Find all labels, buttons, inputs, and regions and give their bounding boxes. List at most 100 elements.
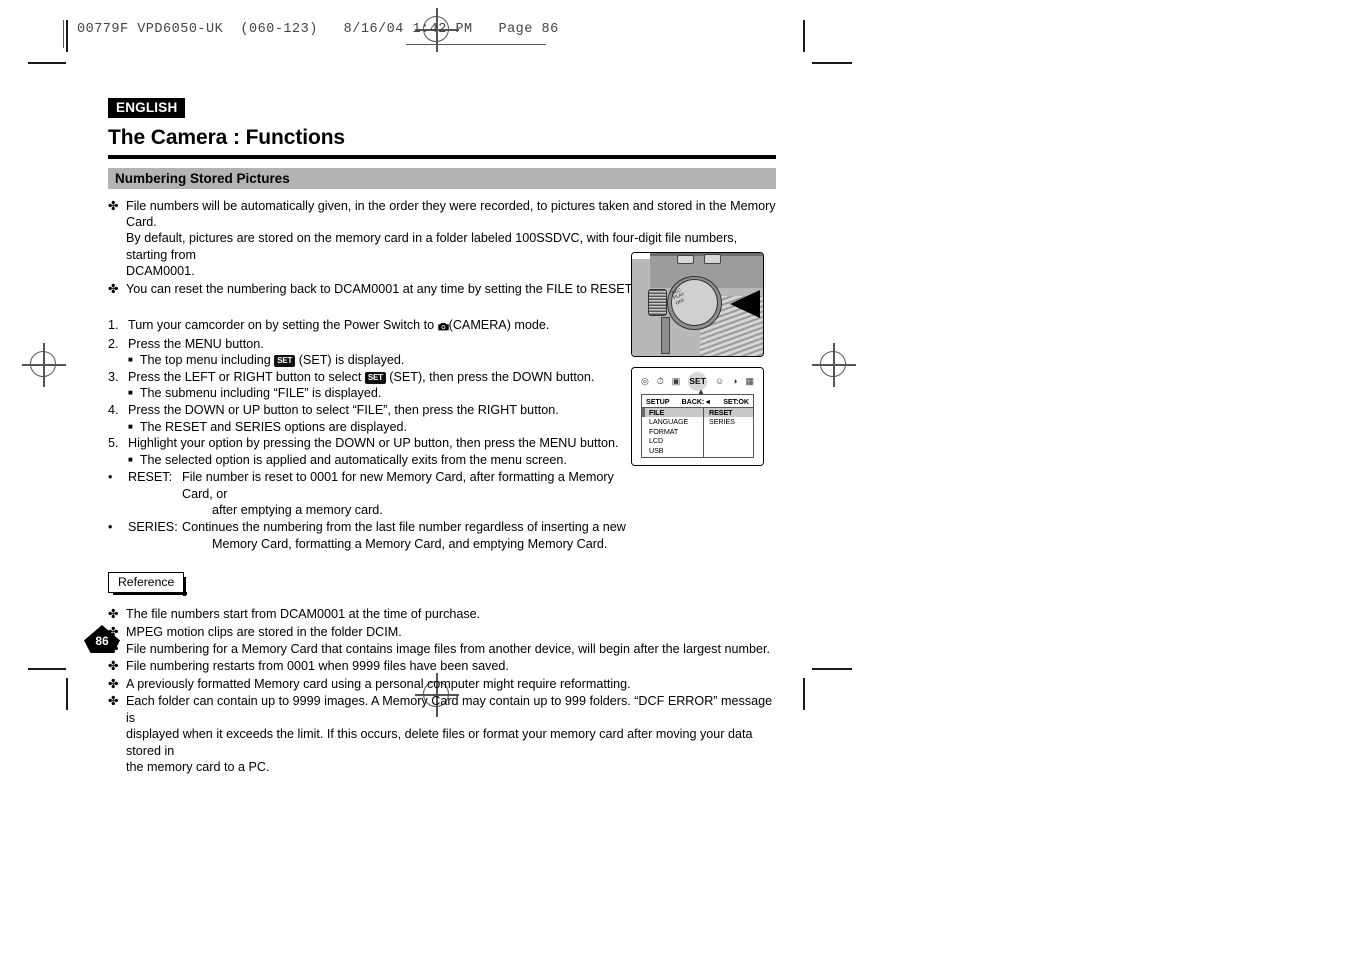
step-subnote: ■ The selected option is applied and aut… — [108, 452, 628, 469]
reference-label-box: Reference — [108, 572, 188, 597]
osd-menu-left-column: FILE LANGUAGE FORMAT LCD USB — [642, 408, 704, 458]
step-number: 1. — [108, 317, 119, 332]
osd-menu-right-column: RESET SERIES — [704, 408, 753, 458]
definition-item: • RESET: File number is reset to 0001 fo… — [108, 469, 628, 519]
set-badge-icon: SET — [364, 371, 386, 384]
definition-label: SERIES: — [128, 520, 178, 535]
bullet-text: MPEG motion clips are stored in the fold… — [126, 624, 402, 639]
subnote-label: The submenu including “FILE” is displaye… — [139, 386, 382, 401]
camera-icon — [437, 319, 449, 336]
bullet-text: The file numbers start from DCAM0001 at … — [126, 607, 481, 622]
list-item: ✤ File numbering restarts from 0001 when… — [108, 658, 776, 674]
definition-item: • SERIES: Continues the numbering from t… — [108, 519, 628, 552]
bullet-line: the memory card to a PC. — [126, 759, 270, 774]
step-number: 4. — [108, 402, 119, 417]
step-subnote: ■ The submenu including “FILE” is displa… — [108, 385, 628, 402]
bullet-text: File numbering restarts from 0001 when 9… — [126, 659, 509, 674]
crop-mark-br-h — [812, 668, 852, 670]
osd-menu-title: SETUP — [646, 397, 670, 406]
subnote-text: ■ The selected option is applied and aut… — [128, 452, 628, 469]
bullet-glyph: ✤ — [108, 659, 119, 674]
subnote-text: ■ The top menu including SET (SET) is di… — [128, 352, 628, 369]
section-heading-bar: Numbering Stored Pictures — [108, 167, 776, 189]
step-item: 1. Turn your camcorder on by setting the… — [108, 317, 628, 336]
definition-value: File number is reset to 0001 for new Mem… — [182, 469, 628, 519]
bullet-text: Each folder can contain up to 9999 image… — [126, 693, 776, 775]
bullet-text: File numbering for a Memory Card that co… — [126, 642, 770, 657]
step-number: 2. — [108, 336, 119, 351]
bullet-glyph: ✤ — [108, 281, 119, 296]
menu-item-lcd[interactable]: LCD — [642, 436, 703, 445]
bullet-dot: • — [108, 520, 113, 535]
step-text-after: (SET), then press the DOWN button. — [385, 369, 595, 384]
list-item: ✤ MPEG motion clips are stored in the fo… — [108, 624, 776, 640]
osd-menu-header: SETUP BACK:◄ SET:OK — [642, 395, 753, 408]
list-item: ✤ A previously formatted Memory card usi… — [108, 676, 776, 692]
page-title: The Camera : Functions — [108, 126, 346, 149]
crop-mark-bl-v — [66, 678, 68, 710]
osd-menu-figure: ◎ ⏱ ▣ SET ☺ ◑ ▦ ▲ SETUP BACK:◄ SET:OK FI… — [631, 367, 764, 466]
bullet-glyph: ✤ — [108, 607, 119, 622]
definition-value: Continues the numbering from the last fi… — [182, 519, 628, 552]
osd-menu-back-hint: BACK:◄ — [681, 397, 712, 406]
printed-page: 00779F VPD6050-UK (060-123) 8/16/04 1:42… — [0, 0, 1351, 954]
list-item: ✤ Each folder can contain up to 9999 ima… — [108, 693, 776, 775]
subnote-text: ■ The submenu including “FILE” is displa… — [128, 385, 628, 402]
step-text: Highlight your option by pressing the DO… — [128, 436, 619, 451]
procedure-steps: 1. Turn your camcorder on by setting the… — [108, 317, 628, 468]
bullet-text: A previously formatted Memory card using… — [126, 676, 631, 691]
step-text: Press the MENU button. — [128, 336, 264, 351]
osd-menu-box: SETUP BACK:◄ SET:OK FILE LANGUAGE FORMAT… — [641, 394, 754, 458]
camera-zoom-knob — [647, 289, 668, 316]
definition-label: RESET: — [128, 470, 173, 485]
camera-strap-mount — [660, 316, 670, 354]
step-text-before: Turn your camcorder on by setting the Po… — [128, 317, 438, 332]
menu-item-language[interactable]: LANGUAGE — [642, 417, 703, 426]
step-item: 3. Press the LEFT or RIGHT button to sel… — [108, 369, 628, 386]
no-entry-icon: ◎ — [641, 376, 649, 386]
bullet-dot: • — [108, 470, 113, 485]
section-heading-text: Numbering Stored Pictures — [115, 170, 290, 186]
step-number: 5. — [108, 436, 119, 451]
definition-line: Continues the numbering from the last fi… — [182, 520, 626, 535]
prepress-underline — [406, 44, 546, 46]
bullet-glyph: ✤ — [108, 694, 119, 709]
subnote-label: The selected option is applied and autom… — [139, 452, 567, 467]
list-item: ✤ The file numbers start from DCAM0001 a… — [108, 606, 776, 622]
bullet-line: Each folder can contain up to 9999 image… — [126, 694, 773, 725]
menu-option-series[interactable]: SERIES — [704, 417, 753, 426]
camera-button-1 — [676, 255, 694, 265]
crop-mark-tl-h — [28, 62, 66, 64]
option-definitions: • RESET: File number is reset to 0001 fo… — [108, 469, 628, 552]
playback-icon: ▣ — [671, 376, 681, 386]
page-number-text: 86 — [95, 634, 109, 648]
step-item: 4. Press the DOWN or UP button to select… — [108, 402, 628, 419]
reference-list: ✤ The file numbers start from DCAM0001 a… — [108, 606, 776, 775]
definition-line: File number is reset to 0001 for new Mem… — [182, 470, 614, 501]
square-bullet-icon: ■ — [128, 355, 133, 365]
prepress-header-text: 00779F VPD6050-UK (060-123) 8/16/04 1:42… — [77, 22, 559, 37]
step-item: 2. Press the MENU button. — [108, 336, 628, 353]
step-number: 3. — [108, 369, 119, 384]
language-badge: ENGLISH — [108, 98, 186, 118]
bullet-glyph: ✤ — [108, 676, 119, 691]
crop-mark-tr-h — [812, 62, 852, 64]
menu-option-reset[interactable]: RESET — [704, 408, 753, 418]
square-bullet-icon: ■ — [128, 388, 133, 398]
page-number-badge: 86 — [84, 625, 120, 653]
menu-item-format[interactable]: FORMAT — [642, 427, 703, 436]
menu-item-usb[interactable]: USB — [642, 446, 703, 455]
camcorder-power-switch-photo: REC PLAY OFF — [631, 252, 764, 357]
square-bullet-icon: ■ — [128, 421, 133, 431]
light-icon: ◑ — [732, 376, 738, 386]
menu-item-file[interactable]: FILE — [642, 408, 703, 418]
self-timer-icon: ⏱ — [656, 376, 664, 386]
bullet-glyph: ✤ — [108, 198, 119, 213]
prepress-rule-left — [63, 20, 65, 48]
step-text: Press the DOWN or UP button to select “F… — [128, 402, 559, 417]
bullet-line: File numbers will be automatically given… — [126, 198, 776, 229]
step-text-after: (CAMERA) mode. — [448, 317, 550, 332]
